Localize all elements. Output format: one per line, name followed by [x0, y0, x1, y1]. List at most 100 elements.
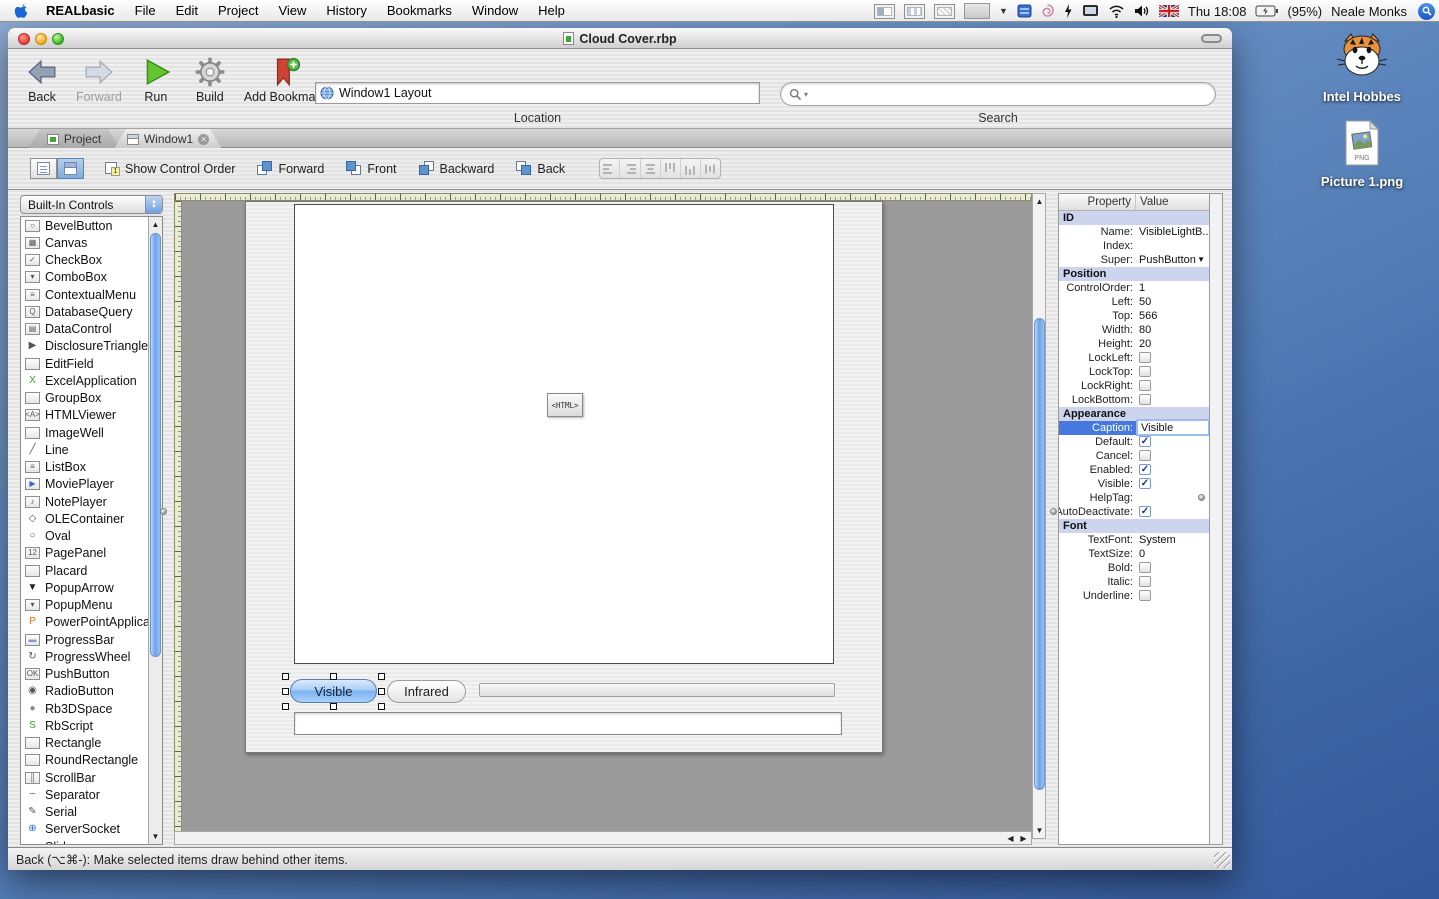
window-arrange-icon-1[interactable] [874, 4, 895, 19]
value-column-header[interactable]: Value [1140, 196, 1169, 208]
control-item-databasequery[interactable]: QDatabaseQuery [21, 303, 148, 320]
control-item-rbscript[interactable]: SRbScript [21, 717, 148, 734]
menu-edit[interactable]: Edit [166, 0, 208, 22]
control-item-pagepanel[interactable]: 12PagePanel [21, 545, 148, 562]
visible-pushbutton[interactable]: Visible [290, 679, 377, 703]
prop-row-height[interactable]: Height:20 [1059, 337, 1209, 351]
mid-splitter-handle[interactable] [1050, 508, 1057, 515]
menu-user-name[interactable]: Neale Monks [1331, 4, 1407, 19]
uk-flag-icon[interactable] [1159, 5, 1179, 17]
window-arrange-icon-2[interactable] [904, 4, 925, 19]
control-item-progresswheel[interactable]: ↻ProgressWheel [21, 648, 148, 665]
arrange-back-button[interactable]: Back [516, 161, 565, 176]
spotlight-icon[interactable] [1418, 3, 1435, 20]
back-button[interactable]: Back [22, 53, 62, 104]
scroll-left-icon[interactable]: ◀ [1004, 832, 1017, 845]
layout-view-button[interactable] [57, 158, 84, 179]
control-item-canvas[interactable]: ▦Canvas [21, 234, 148, 251]
control-item-placard[interactable]: Placard [21, 562, 148, 579]
search-caret-icon[interactable]: ▾ [804, 90, 808, 99]
control-item-listbox[interactable]: ≡ListBox [21, 459, 148, 476]
apple-menu[interactable] [0, 3, 36, 19]
arrange-front-button[interactable]: Front [346, 161, 396, 176]
volume-menu-icon[interactable] [1134, 4, 1150, 18]
display-menu-icon[interactable] [1082, 4, 1099, 18]
editor-vertical-scrollbar[interactable]: ▲ ▼ [1032, 193, 1046, 839]
menu-help[interactable]: Help [528, 0, 575, 22]
editfield-control[interactable] [294, 712, 842, 735]
control-item-roundrectangle[interactable]: RoundRectangle [21, 752, 148, 769]
prop-row-helptag[interactable]: HelpTag: [1059, 491, 1209, 505]
control-item-imagewell[interactable]: ImageWell [21, 424, 148, 441]
scroll-down-icon[interactable]: ▼ [149, 830, 162, 843]
menu-realbasic[interactable]: REALbasic [36, 0, 125, 22]
scroll-up-icon[interactable]: ▲ [1033, 195, 1046, 208]
htmlviewer-control[interactable]: <HTML> [294, 204, 834, 664]
control-item-datacontrol[interactable]: ▤DataControl [21, 321, 148, 338]
control-item-scrollbar[interactable]: ║ScrollBar [21, 769, 148, 786]
prop-row-name[interactable]: Name:VisibleLightB... [1059, 225, 1209, 239]
prop-row-top[interactable]: Top:566 [1059, 309, 1209, 323]
menu-file[interactable]: File [125, 0, 166, 22]
control-item-contextualmenu[interactable]: ≡ContextualMenu [21, 286, 148, 303]
align-icon-5[interactable] [681, 159, 701, 178]
properties-scroll-strip[interactable] [1210, 193, 1223, 845]
desktop-icon-intel-hobbes[interactable]: Intel Hobbes [1302, 33, 1422, 104]
classic-menu-icon[interactable] [1017, 3, 1032, 19]
property-column-header[interactable]: Property [1088, 196, 1131, 208]
control-item-combobox[interactable]: ▾ComboBox [21, 269, 148, 286]
add-bookmark-button[interactable]: Add Bookmark [244, 53, 326, 104]
autodeactivate-checkbox[interactable]: ✓ [1139, 506, 1151, 517]
prop-row-lockleft[interactable]: LockLeft: [1059, 351, 1209, 365]
control-item-olecontainer[interactable]: ◇OLEContainer [21, 510, 148, 527]
control-item-powerpointapplicati[interactable]: PPowerPointApplicati... [21, 614, 148, 631]
align-icon-6[interactable] [701, 159, 720, 178]
visible-checkbox[interactable]: ✓ [1139, 478, 1151, 489]
caption-edit-field[interactable]: Visible [1138, 421, 1208, 434]
blank-menu-extra-icon[interactable] [964, 3, 990, 19]
prop-row-italic[interactable]: Italic: [1059, 575, 1209, 589]
control-item-pushbutton[interactable]: OKPushButton [21, 666, 148, 683]
prop-row-default[interactable]: Default:✓ [1059, 435, 1209, 449]
control-item-progressbar[interactable]: ▬ProgressBar [21, 631, 148, 648]
control-item-editfield[interactable]: EditField [21, 355, 148, 372]
align-icon-4[interactable] [661, 159, 681, 178]
arrange-show-control-order-button[interactable]: 1Show Control Order [104, 161, 235, 176]
battery-icon[interactable] [1255, 5, 1278, 17]
forward-button[interactable]: Forward [76, 53, 122, 104]
resize-grip[interactable] [1214, 852, 1230, 868]
control-item-line[interactable]: ╱Line [21, 441, 148, 458]
control-item-groupbox[interactable]: GroupBox [21, 390, 148, 407]
code-view-button[interactable] [30, 158, 57, 179]
lockbottom-checkbox[interactable] [1139, 394, 1151, 405]
control-item-checkbox[interactable]: ✓CheckBox [21, 252, 148, 269]
swirl-menu-icon[interactable] [1041, 3, 1054, 19]
control-item-rb3dspace[interactable]: ●Rb3DSpace [21, 700, 148, 717]
prop-row-lockbottom[interactable]: LockBottom: [1059, 393, 1209, 407]
controls-category-popup[interactable]: Built-In Controls ▲▼ [20, 195, 163, 214]
controls-scrollbar[interactable]: ▲ ▼ [148, 217, 162, 844]
prop-row-cancel[interactable]: Cancel: [1059, 449, 1209, 463]
controls-scroll-thumb[interactable] [150, 233, 161, 657]
arrange-backward-button[interactable]: Backward [419, 161, 495, 176]
prop-row-enabled[interactable]: Enabled:✓ [1059, 463, 1209, 477]
prop-row-controlorder[interactable]: ControlOrder:1 [1059, 281, 1209, 295]
progressbar-control[interactable] [479, 683, 835, 697]
prop-row-caption[interactable]: Caption:Visible [1059, 421, 1209, 435]
bold-checkbox[interactable] [1139, 562, 1151, 573]
control-item-excelapplication[interactable]: XExcelApplication [21, 372, 148, 389]
menu-window[interactable]: Window [462, 0, 528, 22]
menu-history[interactable]: History [316, 0, 376, 22]
editor-canvas[interactable]: <HTML> Visible Infrared [182, 201, 1032, 831]
build-button[interactable]: Build [190, 53, 230, 104]
toolbar-pill-button[interactable] [1201, 34, 1222, 43]
super-dropdown-icon[interactable]: ▼ [1197, 255, 1205, 264]
control-item-oval[interactable]: ○Oval [21, 528, 148, 545]
editor-scroll-thumb[interactable] [1034, 318, 1045, 790]
control-item-serversocket[interactable]: ⊕ServerSocket [21, 821, 148, 838]
control-item-serial[interactable]: ✎Serial [21, 804, 148, 821]
infrared-pushbutton[interactable]: Infrared [387, 680, 466, 703]
left-splitter-handle[interactable] [160, 508, 167, 515]
arrange-forward-button[interactable]: Forward [257, 161, 324, 176]
align-icon-1[interactable] [600, 159, 620, 178]
